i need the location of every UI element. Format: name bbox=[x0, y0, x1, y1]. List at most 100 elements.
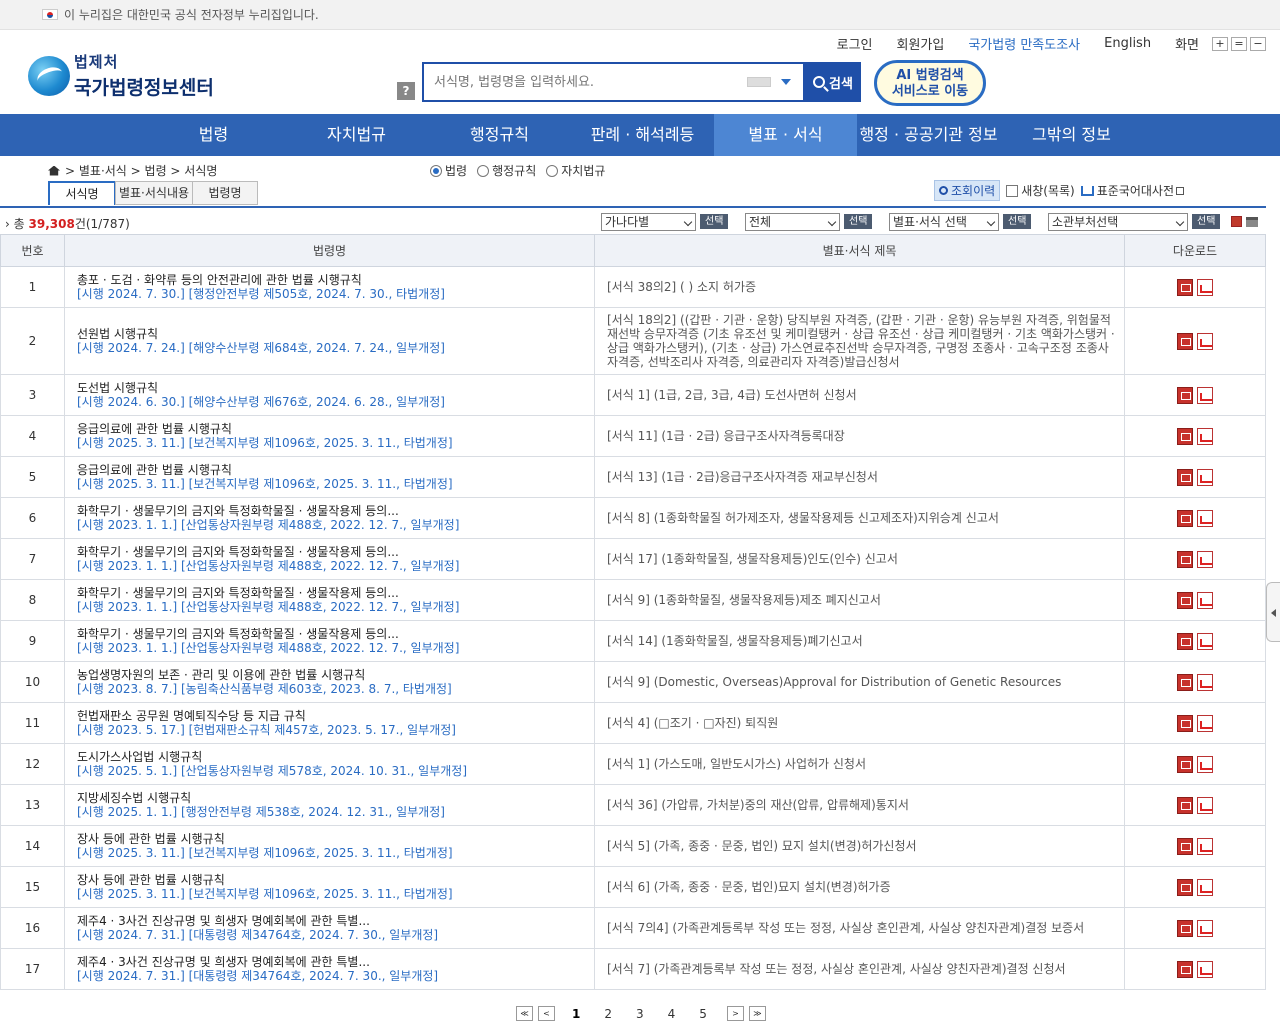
hwp-download-icon[interactable] bbox=[1177, 332, 1193, 350]
law-detail-link[interactable]: [시행 2024. 7. 31.] [대통령령 제34764호, 2024. 7… bbox=[77, 969, 594, 983]
form-title-link[interactable]: [서식 17] (1종화학물질, 생물작용제등)인도(인수) 신고서 bbox=[594, 538, 1125, 580]
hwp-download-icon[interactable] bbox=[1177, 919, 1193, 937]
pdf-download-icon[interactable] bbox=[1197, 591, 1213, 609]
law-detail-link[interactable]: [시행 2025. 3. 11.] [보건복지부령 제1096호, 2025. … bbox=[77, 477, 594, 491]
survey-link[interactable]: 국가법령 만족도조사 bbox=[968, 34, 1080, 53]
form-title-link[interactable]: [서식 36] (가압류, 가처분)중의 재산(압류, 압류해제)통지서 bbox=[594, 784, 1125, 826]
dictionary-link[interactable]: 표준국어대사전 bbox=[1097, 182, 1174, 199]
hwp-download-icon[interactable] bbox=[1177, 591, 1193, 609]
hwp-download-icon[interactable] bbox=[1177, 509, 1193, 527]
form-title-link[interactable]: [서식 1] (1급, 2급, 3급, 4급) 도선사면허 신청서 bbox=[594, 374, 1125, 416]
law-detail-link[interactable]: [시행 2023. 1. 1.] [산업통상자원부령 제488호, 2022. … bbox=[77, 600, 594, 614]
save-icon[interactable] bbox=[1231, 216, 1242, 227]
form-title-link[interactable]: [서식 13] (1급 · 2급)응급구조사자격증 재교부신청서 bbox=[594, 456, 1125, 498]
law-detail-link[interactable]: [시행 2024. 7. 31.] [대통령령 제34764호, 2024. 7… bbox=[77, 928, 594, 942]
law-detail-link[interactable]: [시행 2023. 1. 1.] [산업통상자원부령 제488호, 2022. … bbox=[77, 559, 594, 573]
hwp-download-icon[interactable] bbox=[1177, 796, 1193, 814]
pdf-download-icon[interactable] bbox=[1197, 468, 1213, 486]
nav-item-precedents[interactable]: 판례 · 해석례등 bbox=[571, 114, 714, 156]
radio-admin-rule[interactable]: 행정규칙 bbox=[477, 162, 536, 179]
form-title-link[interactable]: [서식 1] (가스도매, 일반도시가스) 사업허가 신청서 bbox=[594, 743, 1125, 785]
pdf-download-icon[interactable] bbox=[1197, 960, 1213, 978]
law-title-link[interactable]: 응급의료에 관한 법률 시행규칙 bbox=[77, 422, 594, 436]
sort-select[interactable]: 가나다별 bbox=[601, 213, 696, 231]
pdf-download-icon[interactable] bbox=[1197, 837, 1213, 855]
law-title-link[interactable]: 농업생명자원의 보존 · 관리 및 이용에 관한 법률 시행규칙 bbox=[77, 668, 594, 682]
law-detail-link[interactable]: [시행 2023. 1. 1.] [산업통상자원부령 제488호, 2022. … bbox=[77, 641, 594, 655]
english-link[interactable]: English bbox=[1104, 36, 1151, 51]
page-5[interactable]: 5 bbox=[699, 1007, 707, 1021]
prev-page-button[interactable]: < bbox=[538, 1006, 555, 1021]
law-detail-link[interactable]: [시행 2025. 3. 11.] [보건복지부령 제1096호, 2025. … bbox=[77, 436, 594, 450]
nav-item-forms[interactable]: 별표 · 서식 bbox=[714, 114, 857, 156]
law-title-link[interactable]: 총포 · 도검 · 화약류 등의 안전관리에 관한 법률 시행규칙 bbox=[77, 273, 594, 287]
radio-law[interactable]: 법령 bbox=[430, 162, 467, 179]
pdf-download-icon[interactable] bbox=[1197, 509, 1213, 527]
pdf-download-icon[interactable] bbox=[1197, 550, 1213, 568]
law-detail-link[interactable]: [시행 2025. 1. 1.] [행정안전부령 제538호, 2024. 12… bbox=[77, 805, 594, 819]
law-title-link[interactable]: 화학무기 · 생물무기의 금지와 특정화학물질 · 생물작용제 등의... bbox=[77, 504, 594, 518]
hwp-download-icon[interactable] bbox=[1177, 714, 1193, 732]
pdf-download-icon[interactable] bbox=[1197, 427, 1213, 445]
sort-apply-button[interactable]: 선택 bbox=[700, 214, 729, 229]
law-title-link[interactable]: 화학무기 · 생물무기의 금지와 특정화학물질 · 생물작용제 등의... bbox=[77, 586, 594, 600]
scope-apply-button[interactable]: 선택 bbox=[844, 214, 873, 229]
pdf-download-icon[interactable] bbox=[1197, 714, 1213, 732]
form-title-link[interactable]: [서식 38의2] ( ) 소지 허가증 bbox=[594, 266, 1125, 308]
hwp-download-icon[interactable] bbox=[1177, 960, 1193, 978]
search-help-button[interactable]: ? bbox=[397, 82, 415, 100]
last-page-button[interactable]: ≫ bbox=[748, 1006, 766, 1021]
hwp-download-icon[interactable] bbox=[1177, 386, 1193, 404]
form-title-link[interactable]: [서식 9] (1종화학물질, 생물작용제등)제조 폐지신고서 bbox=[594, 579, 1125, 621]
tab-form-content[interactable]: 별표·서식내용 bbox=[115, 181, 193, 205]
hwp-download-icon[interactable] bbox=[1177, 468, 1193, 486]
pdf-download-icon[interactable] bbox=[1197, 632, 1213, 650]
law-detail-link[interactable]: [시행 2023. 8. 7.] [농림축산식품부령 제603호, 2023. … bbox=[77, 682, 594, 696]
form-title-link[interactable]: [서식 14] (1종화학물질, 생물작용제등)폐기신고서 bbox=[594, 620, 1125, 662]
law-detail-link[interactable]: [시행 2024. 7. 24.] [해양수산부령 제684호, 2024. 7… bbox=[77, 341, 594, 355]
pdf-download-icon[interactable] bbox=[1197, 386, 1213, 404]
tab-form-name[interactable]: 서식명 bbox=[48, 181, 116, 205]
home-icon[interactable] bbox=[48, 165, 60, 176]
form-title-link[interactable]: [서식 8] (1종화학물질 허가제조자, 생물작용제등 신고제조자)지위승계 … bbox=[594, 497, 1125, 539]
zoom-reset-button[interactable]: = bbox=[1231, 36, 1247, 51]
nav-item-public-info[interactable]: 행정 · 공공기관 정보 bbox=[857, 114, 1000, 156]
form-title-link[interactable]: [서식 9] (Domestic, Overseas)Approval for … bbox=[594, 661, 1125, 703]
newwin-checkbox[interactable] bbox=[1006, 184, 1019, 197]
law-title-link[interactable]: 제주4 · 3사건 진상규명 및 희생자 명예회복에 관한 특별... bbox=[77, 914, 594, 928]
ministry-select[interactable]: 소관부처선택 bbox=[1048, 213, 1188, 231]
pdf-download-icon[interactable] bbox=[1197, 919, 1213, 937]
nav-item-admin-rules[interactable]: 행정규칙 bbox=[428, 114, 571, 156]
law-title-link[interactable]: 헌법재판소 공무원 명예퇴직수당 등 지급 규칙 bbox=[77, 709, 594, 723]
form-title-link[interactable]: [서식 6] (가족, 종중 · 문중, 법인)묘지 설치(변경)허가증 bbox=[594, 866, 1125, 908]
form-title-link[interactable]: [서식 4] (□조기 · □자진) 퇴직원 bbox=[594, 702, 1125, 744]
hwp-download-icon[interactable] bbox=[1177, 837, 1193, 855]
zoom-in-button[interactable]: + bbox=[1212, 36, 1228, 51]
page-1[interactable]: 1 bbox=[572, 1007, 580, 1021]
nav-item-local-laws[interactable]: 자치법규 bbox=[285, 114, 428, 156]
hwp-download-icon[interactable] bbox=[1177, 755, 1193, 773]
hwp-download-icon[interactable] bbox=[1177, 632, 1193, 650]
page-4[interactable]: 4 bbox=[668, 1007, 676, 1021]
hwp-download-icon[interactable] bbox=[1177, 427, 1193, 445]
hwp-download-icon[interactable] bbox=[1177, 878, 1193, 896]
form-title-link[interactable]: [서식 7의4] (가족관계등록부 작성 또는 정정, 사실상 혼인관계, 사실… bbox=[594, 907, 1125, 949]
law-detail-link[interactable]: [시행 2024. 7. 30.] [행정안전부령 제505호, 2024. 7… bbox=[77, 287, 594, 301]
scope-select[interactable]: 전체 bbox=[745, 213, 840, 231]
first-page-button[interactable]: ≪ bbox=[516, 1006, 533, 1021]
hwp-download-icon[interactable] bbox=[1177, 278, 1193, 296]
law-title-link[interactable]: 장사 등에 관한 법률 시행규칙 bbox=[77, 873, 594, 887]
hwp-download-icon[interactable] bbox=[1177, 550, 1193, 568]
print-icon[interactable] bbox=[1246, 217, 1258, 227]
page-2[interactable]: 2 bbox=[604, 1007, 612, 1021]
law-title-link[interactable]: 도선법 시행규칙 bbox=[77, 381, 594, 395]
form-title-link[interactable]: [서식 18의2] ((갑판 · 기관 · 운항) 당직부원 자격증, (갑판 … bbox=[594, 307, 1125, 375]
site-logo[interactable]: 법제처 국가법령정보센터 bbox=[28, 51, 214, 100]
pdf-download-icon[interactable] bbox=[1197, 755, 1213, 773]
nav-item-other-info[interactable]: 그밖의 정보 bbox=[1000, 114, 1143, 156]
zoom-out-button[interactable]: − bbox=[1250, 36, 1266, 51]
hwp-download-icon[interactable] bbox=[1177, 673, 1193, 691]
keyboard-icon[interactable] bbox=[747, 77, 771, 87]
search-button[interactable]: 검색 bbox=[805, 62, 861, 102]
law-title-link[interactable]: 도시가스사업법 시행규칙 bbox=[77, 750, 594, 764]
